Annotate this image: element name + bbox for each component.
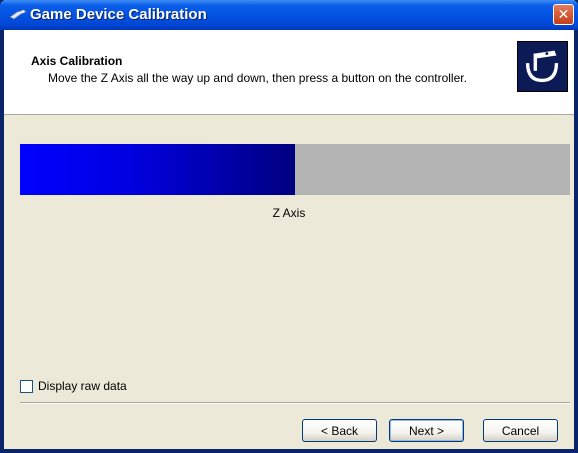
game-controller-icon <box>9 9 27 20</box>
close-icon: ✕ <box>557 6 570 23</box>
raw-data-option[interactable]: Display raw data <box>20 379 127 393</box>
close-button[interactable]: ✕ <box>553 4 574 25</box>
page-description: Move the Z Axis all the way up and down,… <box>48 71 467 85</box>
back-button[interactable]: < Back <box>302 419 377 442</box>
next-button[interactable]: Next > <box>389 419 464 442</box>
window-title: Game Device Calibration <box>30 6 207 23</box>
calibration-dialog: Game Device Calibration ✕ Axis Calibrati… <box>0 0 578 453</box>
wizard-header: Axis Calibration Move the Z Axis all the… <box>4 30 574 115</box>
joystick-icon <box>517 41 568 92</box>
z-axis-progress-bar <box>20 144 570 195</box>
axis-label: Z Axis <box>272 206 306 220</box>
footer-divider <box>20 402 570 404</box>
z-axis-progress-fill <box>20 144 295 195</box>
title-bar[interactable]: Game Device Calibration ✕ <box>0 0 578 30</box>
cancel-button[interactable]: Cancel <box>483 419 558 442</box>
raw-data-checkbox[interactable] <box>20 379 33 393</box>
page-title: Axis Calibration <box>31 54 123 68</box>
raw-data-label[interactable]: Display raw data <box>38 379 127 393</box>
